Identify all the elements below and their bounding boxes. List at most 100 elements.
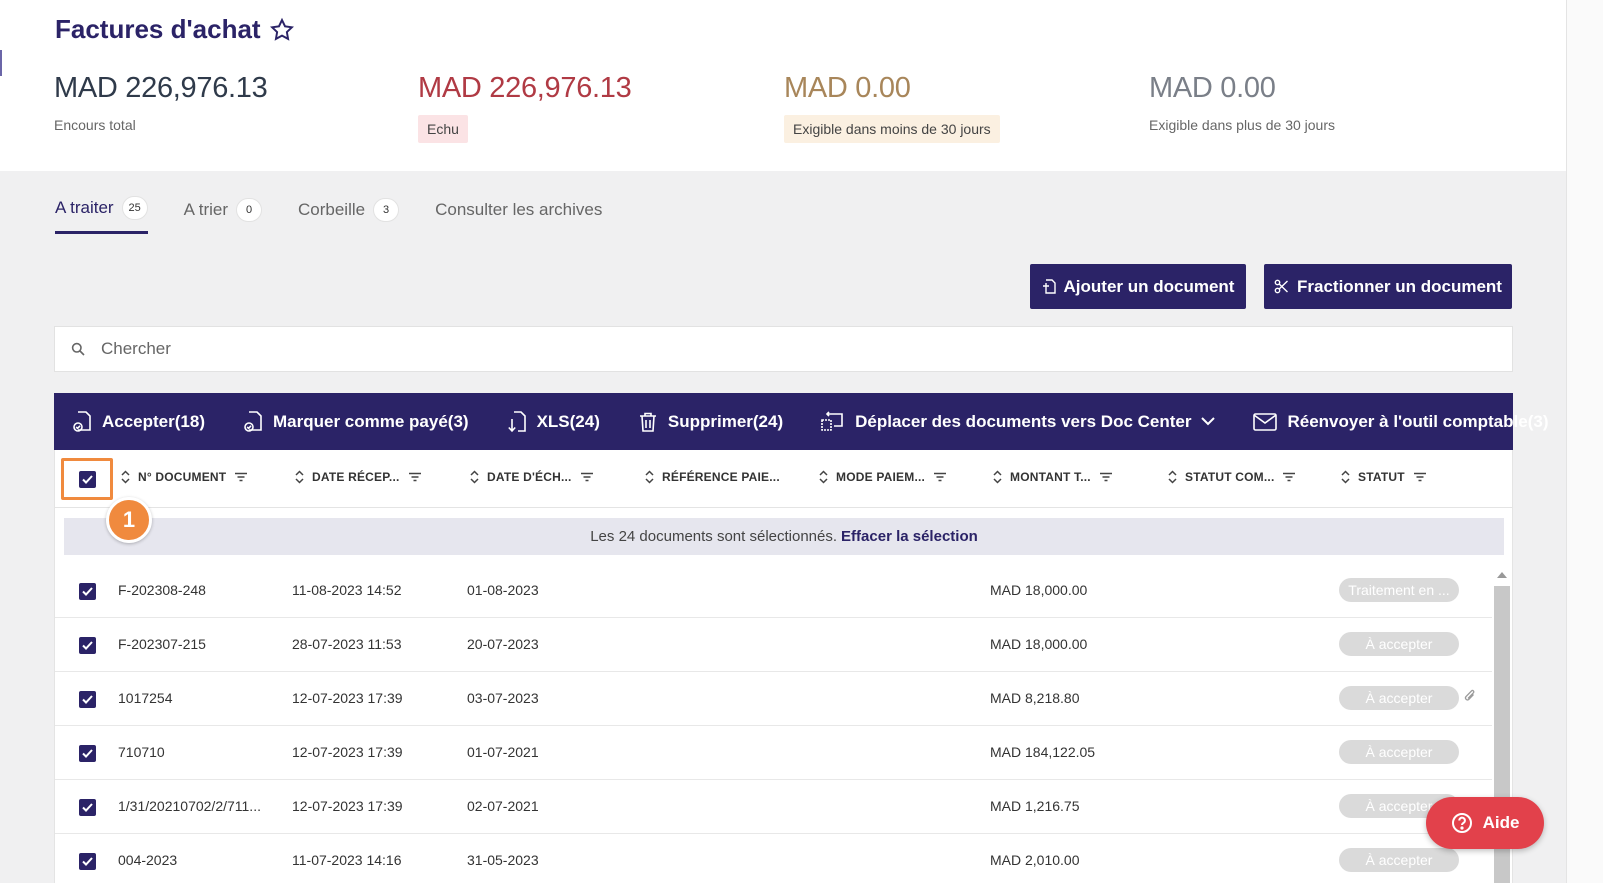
trash-icon <box>639 412 656 432</box>
sort-icon[interactable] <box>819 470 828 484</box>
table-row[interactable]: F-202308-248 11-08-2023 14:52 01-08-2023… <box>55 564 1492 618</box>
delete-label: Supprimer(24) <box>667 411 784 431</box>
cell-amount: MAD 8,218.80 <box>990 690 1080 706</box>
column-header-payment-reference[interactable]: RÉFÉRENCE PAIE... <box>645 470 780 484</box>
help-label: Aide <box>1482 813 1520 832</box>
sort-icon[interactable] <box>645 470 654 484</box>
envelope-icon <box>1253 412 1278 431</box>
filter-icon[interactable] <box>234 472 248 482</box>
row-checkbox[interactable] <box>79 745 96 762</box>
table-row[interactable]: 1/31/20210702/2/711... 12-07-2023 17:39 … <box>55 780 1492 834</box>
tab-bar: A traiter 25 A trier 0 Corbeille 3 Consu… <box>55 196 638 234</box>
cell-doc-number: 710710 <box>118 744 165 760</box>
cell-doc-number: 1/31/20210702/2/711... <box>118 798 261 814</box>
split-document-button[interactable]: Fractionner un document <box>1264 264 1512 309</box>
row-checkbox[interactable] <box>79 691 96 708</box>
status-badge: Traitement en ... <box>1339 578 1459 602</box>
column-header-status[interactable]: STATUT <box>1341 470 1427 484</box>
clear-selection-link[interactable]: Effacer la sélection <box>841 528 978 545</box>
table-header: N° DOCUMENT DATE RÉCEP... DATE D'ÉCH... … <box>55 450 1512 508</box>
search-input[interactable] <box>101 339 1401 359</box>
paperclip-icon[interactable] <box>1464 688 1476 704</box>
add-document-button[interactable]: Ajouter un document <box>1030 264 1246 309</box>
tab-a-traiter[interactable]: A traiter 25 <box>55 196 148 234</box>
column-header-doc-number[interactable]: N° DOCUMENT <box>121 470 248 484</box>
kpi-badge: Echu <box>418 115 468 143</box>
check-icon <box>82 749 93 758</box>
table-row[interactable]: 1017254 12-07-2023 17:39 03-07-2023 MAD … <box>55 672 1492 726</box>
sort-icon[interactable] <box>470 470 479 484</box>
column-label: STATUT COM... <box>1185 470 1275 484</box>
cell-due-date: 01-07-2021 <box>467 744 539 760</box>
column-header-payment-mode[interactable]: MODE PAIEM... <box>819 470 947 484</box>
mark-paid-action[interactable]: Marquer comme payé(3) <box>243 410 469 434</box>
column-header-commercial-status[interactable]: STATUT COM... <box>1168 470 1296 484</box>
select-all-highlight <box>61 458 113 500</box>
check-icon <box>82 641 93 650</box>
move-to-doc-center-label: Déplacer des documents vers Doc Center <box>855 411 1192 431</box>
column-header-due-date[interactable]: DATE D'ÉCH... <box>470 470 594 484</box>
page-title-wrap: Factures d'achat <box>55 14 295 45</box>
sort-icon[interactable] <box>993 470 1002 484</box>
selection-banner: Les 24 documents sont sélectionnés. Effa… <box>64 518 1504 555</box>
table-row[interactable]: F-202307-215 28-07-2023 11:53 20-07-2023… <box>55 618 1492 672</box>
document-paid-icon <box>244 410 262 432</box>
download-document-icon <box>507 410 526 432</box>
export-xls-action[interactable]: XLS(24) <box>507 410 600 434</box>
page-title: Factures d'achat <box>55 14 261 44</box>
help-button[interactable]: Aide <box>1426 797 1544 849</box>
cell-amount: MAD 184,122.05 <box>990 744 1096 760</box>
tab-count-badge: 25 <box>121 196 148 220</box>
cell-doc-number: 1017254 <box>118 690 173 706</box>
cell-doc-number: F-202307-215 <box>118 636 206 652</box>
tab-label: A traiter <box>55 198 114 217</box>
filter-icon[interactable] <box>1413 472 1427 482</box>
cell-received-date: 12-07-2023 17:39 <box>292 798 403 814</box>
sort-icon[interactable] <box>1341 470 1350 484</box>
move-folder-icon <box>821 410 843 431</box>
kpi-due-soon: MAD 0.00 Exigible dans moins de 30 jours <box>784 72 1000 143</box>
kpi-label: Exigible dans plus de 30 jours <box>1149 117 1336 133</box>
row-checkbox[interactable] <box>79 799 96 816</box>
column-label: STATUT <box>1358 470 1405 484</box>
sort-icon[interactable] <box>121 470 130 484</box>
split-document-label: Fractionner un document <box>1297 276 1502 296</box>
accept-action[interactable]: Accepter(18) <box>72 410 205 434</box>
delete-action[interactable]: Supprimer(24) <box>638 411 783 433</box>
status-badge: À accepter <box>1339 740 1459 764</box>
filter-icon[interactable] <box>580 472 594 482</box>
resend-accounting-action[interactable]: Réenvoyer à l'outil comptable(3) <box>1253 412 1548 432</box>
table-row[interactable]: 710710 12-07-2023 17:39 01-07-2021 MAD 1… <box>55 726 1492 780</box>
column-header-received-date[interactable]: DATE RÉCEP... <box>295 470 422 484</box>
cell-due-date: 02-07-2021 <box>467 798 539 814</box>
sort-icon[interactable] <box>1168 470 1177 484</box>
kpi-amount: MAD 0.00 <box>1149 72 1276 104</box>
star-icon[interactable] <box>269 17 295 43</box>
tab-archives[interactable]: Consulter les archives <box>435 196 602 234</box>
tab-label: A trier <box>183 199 228 219</box>
cell-received-date: 11-08-2023 14:52 <box>292 582 402 598</box>
cell-amount: MAD 18,000.00 <box>990 636 1088 652</box>
row-checkbox[interactable] <box>79 853 96 870</box>
kpi-badge: Exigible dans moins de 30 jours <box>784 115 1000 143</box>
cell-doc-number: F-202308-248 <box>118 582 206 598</box>
row-checkbox[interactable] <box>79 637 96 654</box>
row-checkbox[interactable] <box>79 583 96 600</box>
tab-corbeille[interactable]: Corbeille 3 <box>298 196 400 234</box>
table-row[interactable]: 004-2023 11-07-2023 14:16 31-05-2023 MAD… <box>55 834 1492 883</box>
column-label: DATE D'ÉCH... <box>487 470 572 484</box>
page-scrollbar[interactable] <box>1566 0 1603 883</box>
cell-received-date: 12-07-2023 17:39 <box>292 690 403 706</box>
select-all-checkbox[interactable] <box>78 470 96 488</box>
tab-a-trier[interactable]: A trier 0 <box>184 196 262 234</box>
filter-icon[interactable] <box>1282 472 1296 482</box>
scroll-up-arrow-icon[interactable] <box>1497 572 1507 578</box>
cell-doc-number: 004-2023 <box>118 852 178 868</box>
column-header-amount[interactable]: MONTANT T... <box>993 470 1113 484</box>
move-to-doc-center-action[interactable]: Déplacer des documents vers Doc Center <box>821 410 1216 433</box>
filter-icon[interactable] <box>933 472 947 482</box>
filter-icon[interactable] <box>408 472 422 482</box>
check-icon <box>82 695 93 704</box>
sort-icon[interactable] <box>295 470 304 484</box>
filter-icon[interactable] <box>1099 472 1113 482</box>
